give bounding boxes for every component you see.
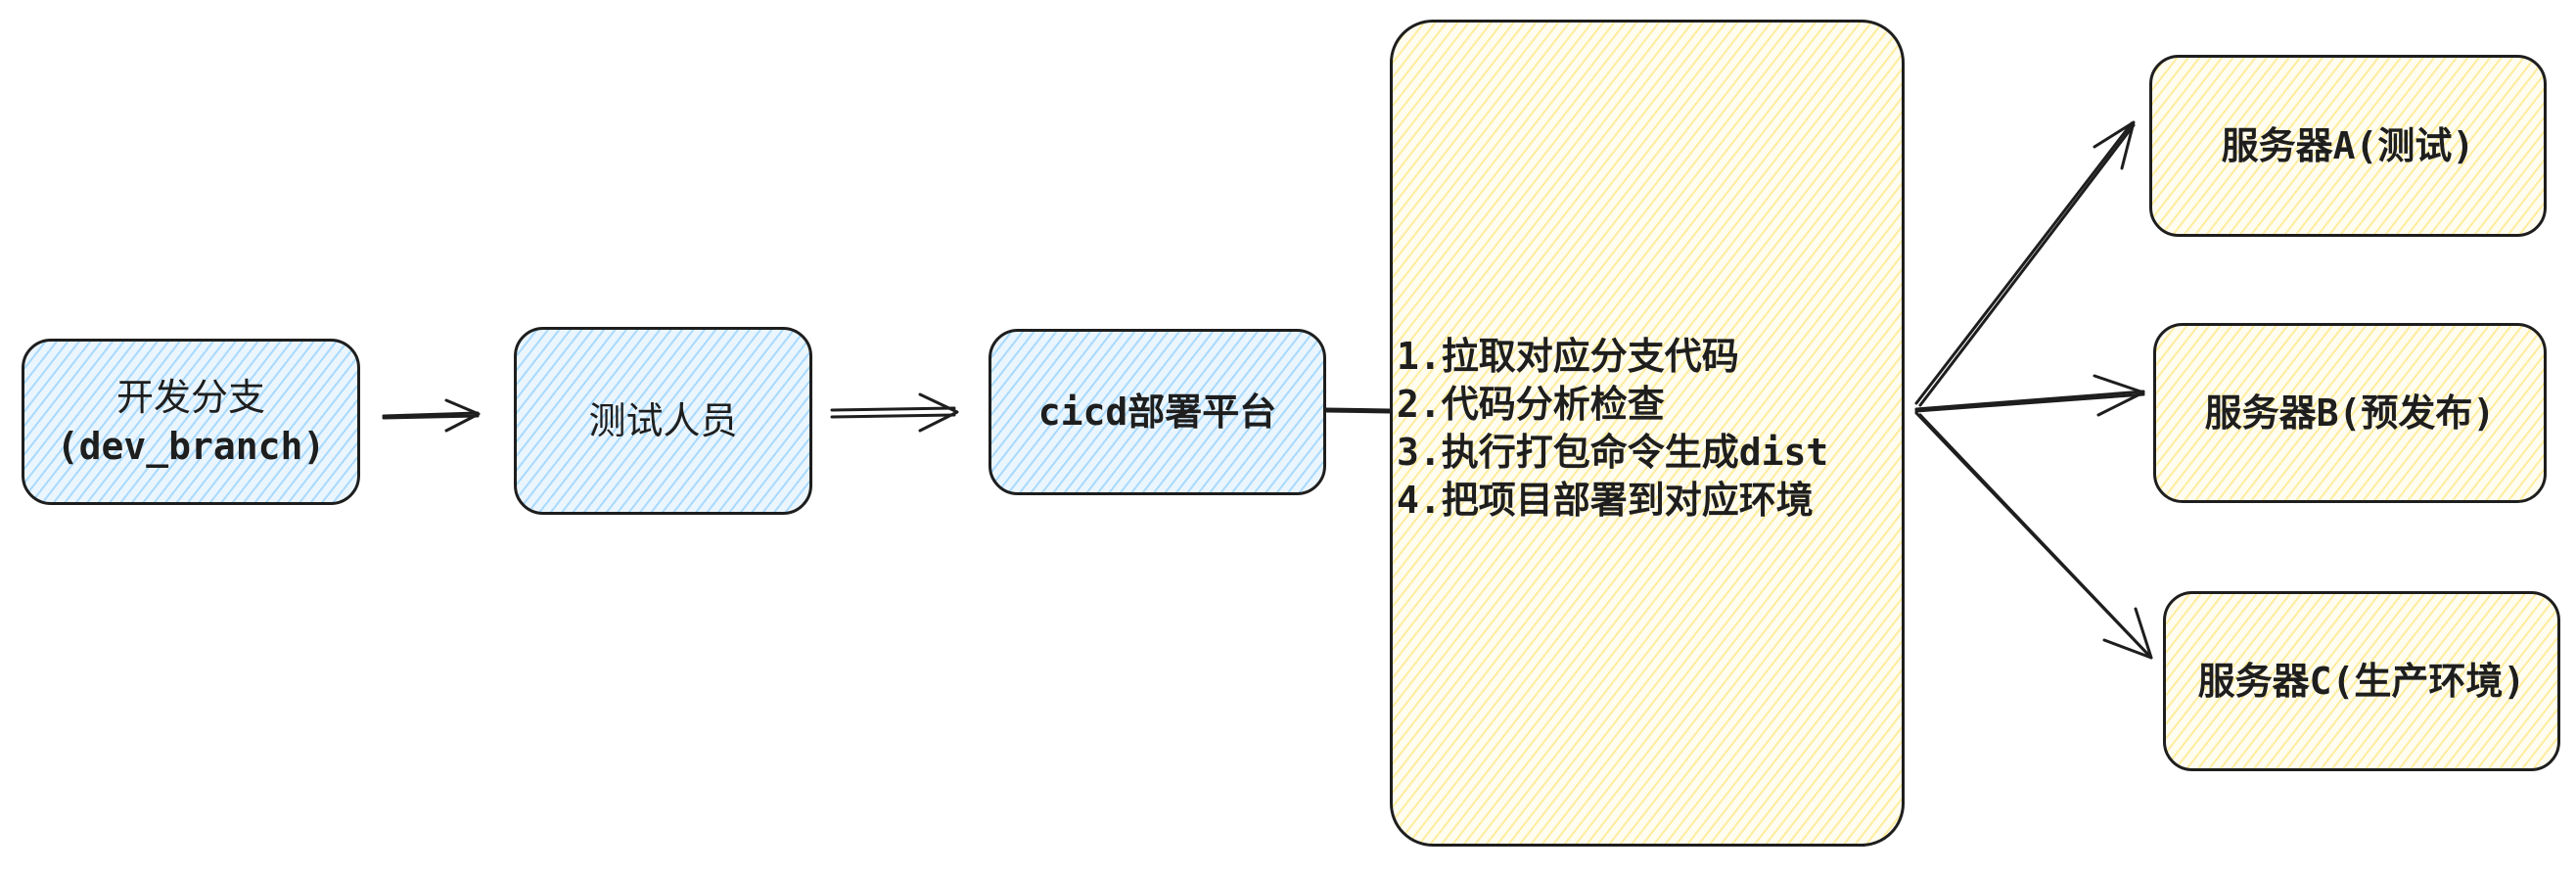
server-c-node[interactable]: 服务器C(生产环境) bbox=[2163, 591, 2560, 771]
server-a-node[interactable]: 服务器A(测试) bbox=[2149, 55, 2547, 237]
connector-cicd-to-process bbox=[1324, 407, 1392, 414]
tester-node[interactable]: 测试人员 bbox=[514, 327, 812, 515]
dev-branch-subtitle: (dev_branch) bbox=[56, 425, 326, 468]
process-step: 4.把项目部署到对应环境 bbox=[1397, 479, 1814, 522]
arrow-dev-to-tester bbox=[382, 398, 481, 433]
process-step: 3.执行打包命令生成dist bbox=[1397, 431, 1829, 474]
diagram-canvas: 开发分支 (dev_branch) 测试人员 cicd部署平台 1.拉取对应分支… bbox=[0, 0, 2576, 873]
server-a-label: 服务器A(测试) bbox=[2221, 124, 2475, 167]
arrow-process-to-server-b bbox=[1914, 374, 2145, 417]
arrow-process-to-server-a bbox=[1914, 120, 2136, 407]
tester-label: 测试人员 bbox=[588, 399, 738, 442]
dev-branch-node[interactable]: 开发分支 (dev_branch) bbox=[22, 339, 360, 505]
server-c-label: 服务器C(生产环境) bbox=[2197, 660, 2526, 703]
arrow-tester-to-cicd bbox=[830, 392, 959, 433]
cicd-platform-label: cicd部署平台 bbox=[1037, 391, 1277, 434]
dev-branch-title: 开发分支 bbox=[115, 376, 265, 419]
server-b-label: 服务器B(预发布) bbox=[2204, 391, 2496, 435]
server-b-node[interactable]: 服务器B(预发布) bbox=[2153, 323, 2547, 503]
arrow-process-to-server-c bbox=[1914, 411, 2153, 660]
cicd-platform-node[interactable]: cicd部署平台 bbox=[989, 329, 1326, 495]
process-step: 1.拉取对应分支代码 bbox=[1397, 335, 1739, 378]
process-step: 2.代码分析检查 bbox=[1397, 383, 1665, 426]
process-steps-list: 1.拉取对应分支代码 2.代码分析检查 3.执行打包命令生成dist 4.把项目… bbox=[1397, 333, 1828, 525]
